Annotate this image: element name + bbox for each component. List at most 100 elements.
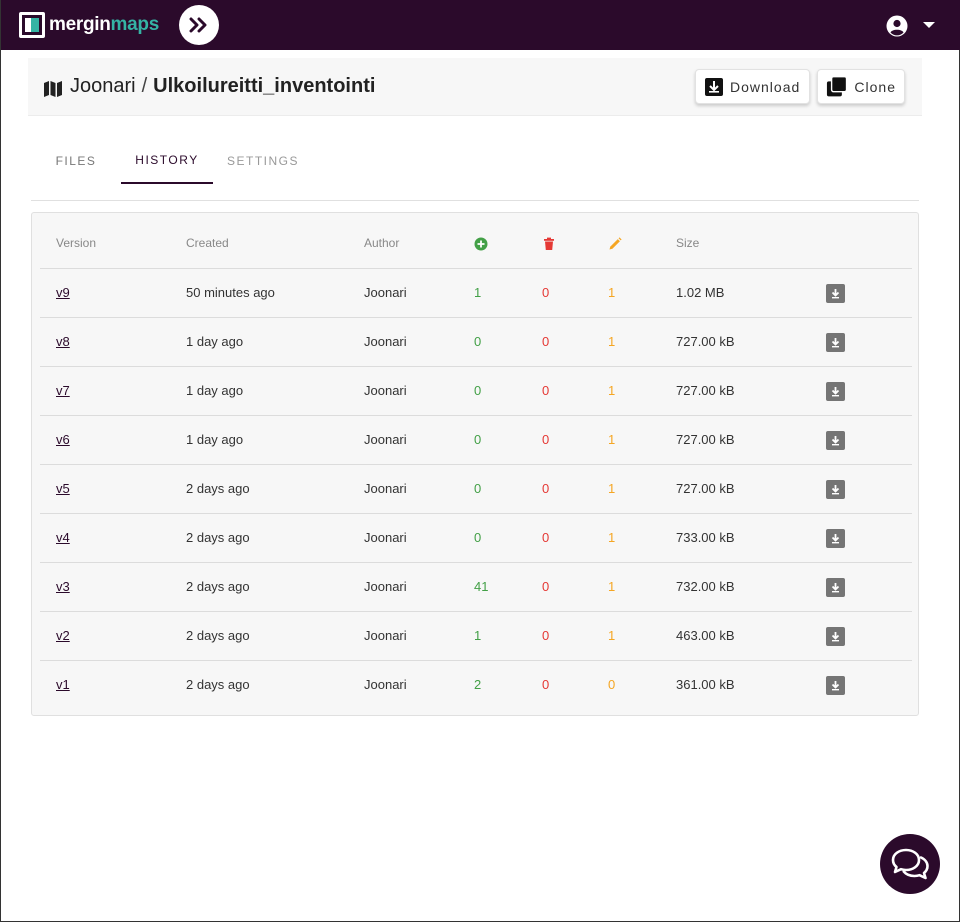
added-count: 1 [474,285,482,300]
column-created[interactable]: Created [186,236,229,250]
map-icon [44,81,62,97]
account-circle-icon[interactable] [886,15,908,37]
created-cell: 2 days ago [186,677,250,692]
author-cell: Joonari [364,628,407,643]
created-cell: 50 minutes ago [186,285,275,300]
version-link[interactable]: v5 [56,481,70,496]
size-cell: 732.00 kB [676,579,735,594]
version-link[interactable]: v9 [56,285,70,300]
author-cell: Joonari [364,579,407,594]
download-version-button[interactable] [826,382,845,401]
download-version-button[interactable] [826,529,845,548]
logo[interactable]: merginmaps [19,12,159,38]
size-cell: 727.00 kB [676,383,735,398]
column-size[interactable]: Size [676,236,699,250]
version-link[interactable]: v3 [56,579,70,594]
deleted-count: 0 [542,432,550,447]
download-button[interactable]: Download [695,69,810,104]
created-cell: 2 days ago [186,530,250,545]
author-cell: Joonari [364,530,407,545]
created-cell: 1 day ago [186,334,244,349]
updated-count: 1 [608,334,616,349]
download-icon [831,632,840,642]
table-row: v2 2 days ago Joonari 1 0 1 463.00 kB [40,612,912,661]
download-icon [831,681,840,691]
history-table: Version Created Author Size v9 50 minutes… [31,212,919,716]
version-link[interactable]: v8 [56,334,70,349]
deleted-count: 0 [542,579,550,594]
column-version[interactable]: Version [56,236,96,250]
download-icon [831,289,840,299]
size-cell: 727.00 kB [676,334,735,349]
created-cell: 2 days ago [186,481,250,496]
author-cell: Joonari [364,334,407,349]
added-count: 0 [474,383,482,398]
chat-support-button[interactable] [880,834,940,894]
tab-history[interactable]: HISTORY [121,138,213,184]
author-cell: Joonari [364,677,407,692]
size-cell: 463.00 kB [676,628,735,643]
version-link[interactable]: v7 [56,383,70,398]
logo-icon [19,12,45,38]
download-version-button[interactable] [826,333,845,352]
tab-files[interactable]: FILES [45,138,107,184]
updated-count: 0 [608,677,616,692]
version-link[interactable]: v4 [56,530,70,545]
download-version-button[interactable] [826,676,845,695]
table-row: v1 2 days ago Joonari 2 0 0 361.00 kB [40,661,912,710]
deleted-count: 0 [542,285,550,300]
version-link[interactable]: v1 [56,677,70,692]
project-header: Joonari / Ulkoilureitti_inventointi Downlo… [28,58,922,116]
download-icon [831,485,840,495]
download-label: Download [730,78,801,95]
deleted-count: 0 [542,677,550,692]
download-icon [831,338,840,348]
added-count: 0 [474,530,482,545]
namespace-link[interactable]: Joonari [70,75,136,97]
download-version-button[interactable] [826,480,845,499]
deleted-count: 0 [542,383,550,398]
size-cell: 727.00 kB [676,432,735,447]
download-version-button[interactable] [826,627,845,646]
created-cell: 1 day ago [186,432,244,447]
deleted-count: 0 [542,530,550,545]
table-row: v6 1 day ago Joonari 0 0 1 727.00 kB [40,416,912,465]
deleted-count: 0 [542,481,550,496]
table-row: v5 2 days ago Joonari 0 0 1 727.00 kB [40,465,912,514]
double-chevron-right-icon [189,17,207,33]
top-bar: merginmaps [1,0,960,50]
updated-count: 1 [608,432,616,447]
version-link[interactable]: v2 [56,628,70,643]
clone-button[interactable]: Clone [817,69,905,104]
download-version-button[interactable] [826,578,845,597]
updated-count: 1 [608,481,616,496]
download-icon [831,436,840,446]
size-cell: 733.00 kB [676,530,735,545]
deleted-count: 0 [542,628,550,643]
updated-count: 1 [608,383,616,398]
download-version-button[interactable] [826,284,845,303]
table-row: v3 2 days ago Joonari 41 0 1 732.00 kB [40,563,912,612]
clone-icon [826,75,848,96]
pencil-icon [609,237,622,250]
table-row: v4 2 days ago Joonari 0 0 1 733.00 kB [40,514,912,563]
logo-text: merginmaps [49,14,159,35]
updated-count: 1 [608,530,616,545]
added-count: 41 [474,579,489,594]
plus-circle-icon [474,237,488,251]
author-cell: Joonari [364,432,407,447]
chat-bubbles-icon [891,848,929,880]
version-link[interactable]: v6 [56,432,70,447]
download-icon [705,77,723,96]
download-icon [831,534,840,544]
download-version-button[interactable] [826,431,845,450]
expand-sidebar-button[interactable] [179,5,219,45]
tab-settings[interactable]: SETTINGS [221,138,305,184]
table-header: Version Created Author Size [40,213,912,269]
caret-down-icon[interactable] [923,22,935,28]
table-row: v7 1 day ago Joonari 0 0 1 727.00 kB [40,367,912,416]
column-author[interactable]: Author [364,236,399,250]
created-cell: 2 days ago [186,628,250,643]
updated-count: 1 [608,579,616,594]
size-cell: 727.00 kB [676,481,735,496]
